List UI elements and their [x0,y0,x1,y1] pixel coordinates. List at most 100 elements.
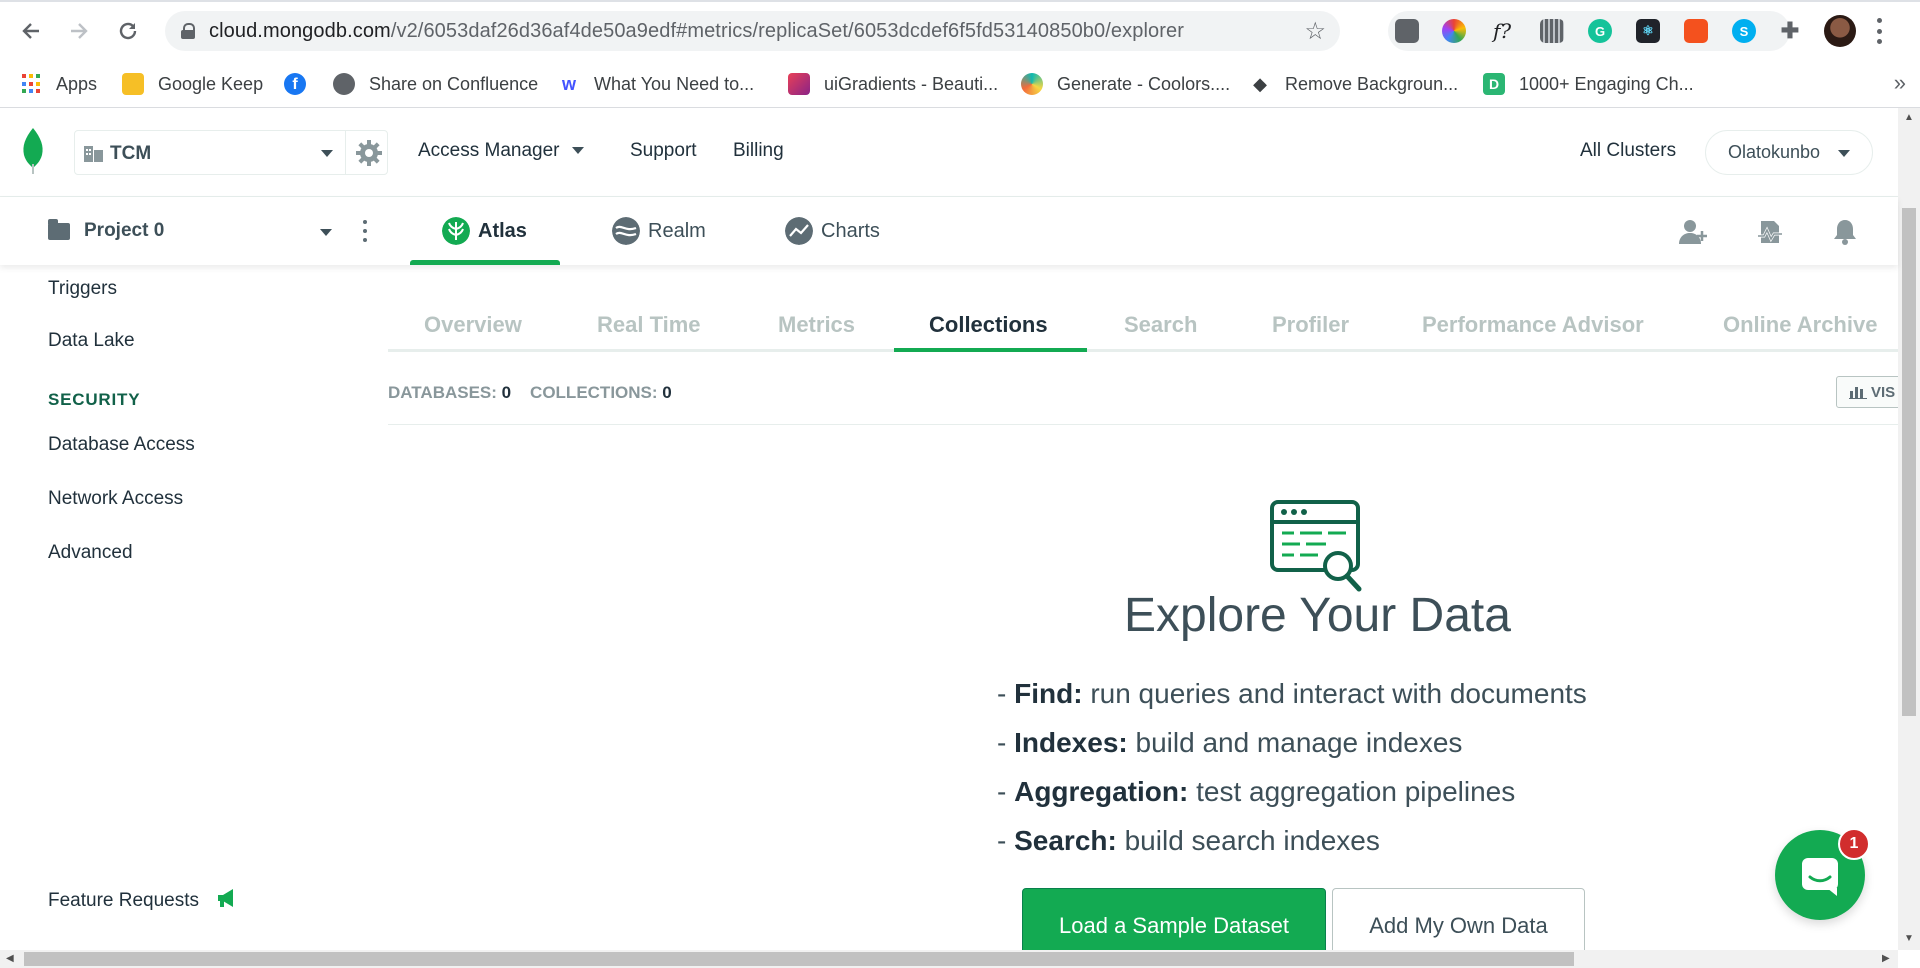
bookmark-label: What You Need to... [594,73,755,94]
globe-icon [333,73,355,95]
mongodb-leaf-logo[interactable] [22,128,44,174]
feature-requests-link[interactable]: Feature Requests [48,888,238,912]
visualize-button[interactable]: VIS [1836,376,1906,408]
user-menu[interactable]: Olatokunbo [1705,130,1873,175]
tab-search[interactable]: Search [1124,312,1197,338]
organization-name: TCM [110,143,152,164]
chrome-menu-icon[interactable] [1876,18,1882,44]
tab-real-time[interactable]: Real Time [597,312,701,338]
profile-avatar[interactable] [1824,15,1856,47]
bookmark-engaging[interactable]: D 1000+ Engaging Ch... [1483,68,1694,100]
bookmark-label: Generate - Coolors.... [1057,73,1231,94]
feature-find: - Find: run queries and interact with do… [997,678,1587,709]
sidebar-item-network-access[interactable]: Network Access [48,488,183,510]
tab-online-archive[interactable]: Online Archive [1723,312,1877,338]
scroll-up-icon[interactable]: ▲ [1904,112,1914,123]
tab-charts[interactable]: Charts [785,197,880,265]
bookmark-label: Apps [56,73,98,94]
bookmarks-overflow-icon[interactable]: » [1894,70,1906,96]
lighthouse-extension-icon[interactable] [1684,19,1708,43]
megaphone-icon [218,889,234,907]
feature-requests-label: Feature Requests [48,890,200,911]
feature-search: - Search: build search indexes [997,825,1380,856]
barcode-extension-icon[interactable] [1540,19,1564,43]
sidebar-heading-security: SECURITY [48,390,141,409]
bookmark-coolors[interactable]: Generate - Coolors.... [1021,68,1230,100]
forward-icon[interactable] [62,14,96,48]
databases-label: DATABASES: [388,383,497,402]
horizontal-scroll-thumb[interactable] [24,952,1574,966]
bookmark-facebook[interactable]: f [284,68,320,100]
sidebar-item-database-access[interactable]: Database Access [48,434,195,456]
tab-collections[interactable]: Collections [929,312,1048,338]
bell-icon[interactable] [1830,217,1860,247]
tab-realm[interactable]: Realm [612,197,706,265]
bookmark-google-keep[interactable]: Google Keep [122,68,263,100]
horizontal-scrollbar[interactable]: ◀ ▶ [0,950,1898,968]
bookmark-apps[interactable]: Apps [22,68,97,100]
address-bar[interactable]: cloud.mongodb.com/v2/6053daf26d36af4de50… [165,11,1340,51]
google-keep-icon [122,73,144,95]
project-options-icon[interactable] [362,220,368,242]
reload-icon[interactable] [111,14,145,48]
activity-feed-icon[interactable] [1755,217,1785,247]
bookmark-label: Remove Backgroun... [1285,73,1459,94]
bookmark-share-on-confluence[interactable]: Share on Confluence [333,68,538,100]
tab-performance-advisor[interactable]: Performance Advisor [1422,312,1644,338]
collections-label: COLLECTIONS: [530,383,658,402]
vertical-scroll-thumb[interactable] [1902,208,1916,716]
chat-notification-badge: 1 [1838,828,1870,860]
facebook-icon: f [284,73,306,95]
react-devtools-icon[interactable]: ⚛ [1636,19,1660,43]
user-name: Olatokunbo [1728,142,1821,162]
scroll-right-icon[interactable]: ▶ [1882,953,1890,964]
bookmark-label: Google Keep [158,73,264,94]
scroll-down-icon[interactable]: ▼ [1904,933,1914,944]
whatfont-extension-icon[interactable]: f? [1490,19,1514,43]
invite-user-icon[interactable] [1678,217,1708,247]
project-name: Project 0 [84,220,165,241]
gear-icon[interactable] [355,139,383,167]
bookmark-star-icon[interactable]: ☆ [1304,17,1326,46]
sidebar-item-data-lake[interactable]: Data Lake [48,330,135,352]
tab-metrics[interactable]: Metrics [778,312,855,338]
project-select[interactable]: Project 0 [48,213,338,249]
tab-atlas[interactable]: Atlas [442,197,527,265]
extensions-puzzle-icon[interactable]: ✚ [1778,18,1802,43]
org-nav: TCM Access Manager Support Billing All C… [0,108,1898,197]
tab-label: Charts [821,219,880,242]
coolors-icon [1021,73,1043,95]
bookmark-what-you-need[interactable]: w What You Need to... [558,68,754,100]
scroll-left-icon[interactable]: ◀ [6,953,14,964]
billing-link[interactable]: Billing [733,140,784,162]
back-icon[interactable] [14,14,48,48]
uigradients-icon [788,73,810,95]
feature-desc: build and manage indexes [1135,727,1463,758]
sidebar-item-triggers[interactable]: Triggers [48,278,117,300]
bookmark-label: uiGradients - Beauti... [824,73,999,94]
bar-chart-icon [1849,387,1867,399]
feature-name: Find: [1014,678,1083,709]
extension-icon-1[interactable] [1395,19,1419,43]
grammarly-extension-icon[interactable]: G [1588,19,1612,43]
feature-desc: test aggregation pipelines [1196,776,1516,807]
tabs-divider [388,349,1898,352]
bookmark-remove-background[interactable]: ◆ Remove Backgroun... [1249,68,1458,100]
sidebar-item-advanced[interactable]: Advanced [48,542,133,564]
tab-overview[interactable]: Overview [424,312,522,338]
visualize-label: VIS [1871,383,1896,401]
access-manager-menu[interactable]: Access Manager [418,140,584,162]
access-manager-label: Access Manager [418,140,560,161]
vertical-scrollbar[interactable]: ▲ ▼ [1898,108,1920,950]
skype-extension-icon[interactable]: S [1732,19,1756,43]
tab-strip-edge [0,0,1920,2]
support-link[interactable]: Support [630,140,697,162]
all-clusters-link[interactable]: All Clusters [1580,140,1676,162]
color-picker-extension-icon[interactable] [1442,19,1466,43]
bookmark-label: Share on Confluence [369,73,539,94]
bookmark-uigradients[interactable]: uiGradients - Beauti... [788,68,998,100]
tab-profiler[interactable]: Profiler [1272,312,1349,338]
doc-icon: D [1483,73,1505,95]
organization-select[interactable]: TCM [74,130,388,175]
url-text: cloud.mongodb.com/v2/6053daf26d36af4de50… [209,20,1184,43]
